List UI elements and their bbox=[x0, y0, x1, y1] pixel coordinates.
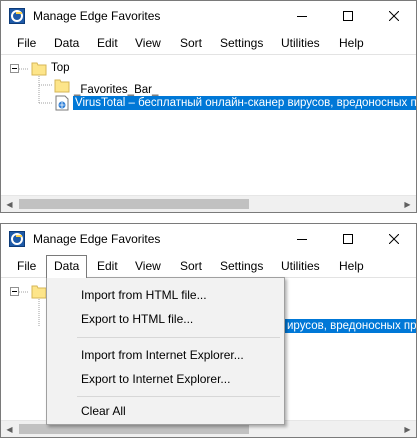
menu-utilities[interactable]: Utilities bbox=[274, 32, 327, 54]
close-button[interactable] bbox=[371, 224, 416, 254]
scroll-left-icon[interactable]: ◀ bbox=[1, 421, 18, 437]
scrollbar-thumb[interactable] bbox=[19, 424, 249, 434]
minimize-button[interactable] bbox=[279, 224, 325, 254]
title-bar[interactable]: Manage Edge Favorites bbox=[1, 1, 416, 31]
tree-node-label: ирусов, вредоносных прогр bbox=[285, 319, 416, 333]
tree-node-label: Top bbox=[51, 62, 70, 74]
data-menu-dropdown: Import from HTML file... Export to HTML … bbox=[46, 277, 285, 425]
favorites-tree[interactable]: Top _Favorites_Bar_ VirusTotal – бесплат… bbox=[1, 54, 416, 198]
tree-node-virustotal[interactable]: VirusTotal – бесплатный онлайн-сканер ви… bbox=[54, 95, 416, 111]
menu-view[interactable]: View bbox=[128, 255, 168, 277]
menu-separator bbox=[77, 337, 280, 338]
menu-data-open[interactable]: Data bbox=[46, 255, 88, 278]
scroll-right-icon[interactable]: ▶ bbox=[399, 421, 416, 437]
tree-node-top[interactable]: Top bbox=[31, 60, 70, 76]
minimize-icon bbox=[297, 239, 307, 240]
tree-expander-top[interactable] bbox=[10, 64, 19, 73]
close-icon bbox=[389, 11, 399, 21]
title-bar[interactable]: Manage Edge Favorites bbox=[1, 224, 416, 254]
menu-settings[interactable]: Settings bbox=[213, 255, 270, 277]
window-title: Manage Edge Favorites bbox=[33, 232, 161, 246]
main-window-data-menu-open: Manage Edge Favorites File Data Edit Vie… bbox=[0, 223, 417, 438]
menu-item-import-ie[interactable]: Import from Internet Explorer... bbox=[49, 344, 282, 366]
menu-item-clear-all[interactable]: Clear All bbox=[49, 400, 282, 422]
tree-node-label: VirusTotal – бесплатный онлайн-сканер ви… bbox=[73, 96, 416, 110]
menu-file[interactable]: File bbox=[10, 255, 43, 277]
folder-icon bbox=[54, 79, 70, 93]
scroll-left-icon[interactable]: ◀ bbox=[1, 196, 18, 212]
tree-expander-top[interactable] bbox=[10, 287, 19, 296]
menu-bar: File Data Edit View Sort Settings Utilit… bbox=[1, 32, 416, 54]
app-icon bbox=[9, 231, 25, 247]
minimize-icon bbox=[297, 16, 307, 17]
menu-utilities[interactable]: Utilities bbox=[274, 255, 327, 277]
url-icon bbox=[55, 95, 69, 111]
close-icon bbox=[389, 234, 399, 244]
menu-item-import-html[interactable]: Import from HTML file... bbox=[49, 284, 282, 306]
menu-data[interactable]: Data bbox=[47, 32, 86, 54]
menu-item-export-ie[interactable]: Export to Internet Explorer... bbox=[49, 368, 282, 390]
main-window: Manage Edge Favorites File Data Edit Vie… bbox=[0, 0, 417, 213]
menu-help[interactable]: Help bbox=[332, 32, 371, 54]
folder-icon bbox=[31, 285, 47, 299]
menu-view[interactable]: View bbox=[128, 32, 168, 54]
window-title: Manage Edge Favorites bbox=[33, 9, 161, 23]
app-icon bbox=[9, 8, 25, 24]
minimize-button[interactable] bbox=[279, 1, 325, 31]
menu-edit[interactable]: Edit bbox=[90, 255, 125, 277]
folder-icon bbox=[31, 62, 47, 76]
menu-item-export-html[interactable]: Export to HTML file... bbox=[49, 308, 282, 330]
maximize-icon bbox=[343, 234, 353, 244]
menu-file[interactable]: File bbox=[10, 32, 43, 54]
menu-bar: File Data Edit View Sort Settings Utilit… bbox=[1, 255, 416, 278]
menu-sort[interactable]: Sort bbox=[173, 32, 209, 54]
maximize-button[interactable] bbox=[325, 1, 371, 31]
horizontal-scrollbar[interactable]: ◀ ▶ bbox=[1, 195, 416, 212]
menu-sort[interactable]: Sort bbox=[173, 255, 209, 277]
maximize-icon bbox=[343, 11, 353, 21]
menu-edit[interactable]: Edit bbox=[90, 32, 125, 54]
menu-separator bbox=[77, 396, 280, 397]
screenshot-separator bbox=[0, 213, 417, 223]
scrollbar-thumb[interactable] bbox=[19, 199, 249, 209]
close-button[interactable] bbox=[371, 1, 416, 31]
menu-settings[interactable]: Settings bbox=[213, 32, 270, 54]
scroll-right-icon[interactable]: ▶ bbox=[399, 196, 416, 212]
tree-node-virustotal-partial[interactable]: ирусов, вредоносных прогр bbox=[285, 318, 416, 334]
maximize-button[interactable] bbox=[325, 224, 371, 254]
menu-help[interactable]: Help bbox=[332, 255, 371, 277]
tree-node-favorites-bar[interactable]: _Favorites_Bar_ bbox=[54, 77, 158, 96]
